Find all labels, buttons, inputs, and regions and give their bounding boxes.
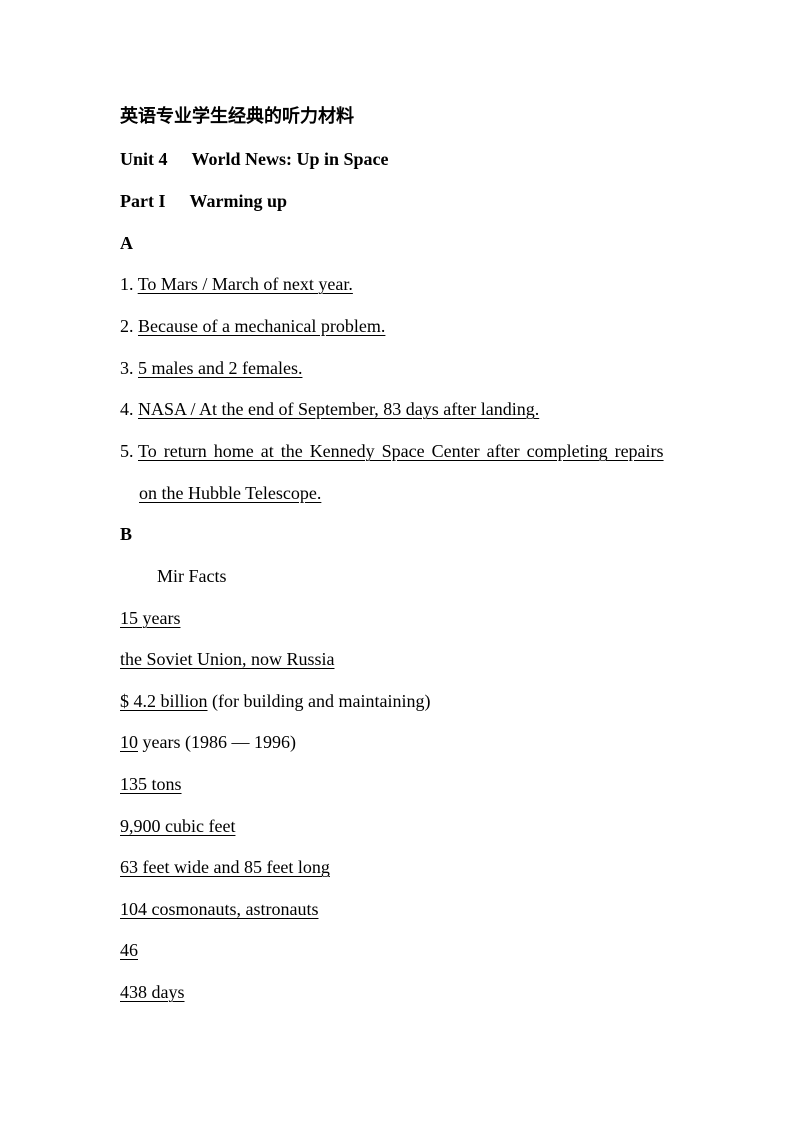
- fact-item: $ 4.2 billion (for building and maintain…: [120, 690, 430, 712]
- item-answer: 5 males and 2 females.: [138, 358, 303, 378]
- part-heading: Part I Warming up: [120, 190, 287, 212]
- unit-title: World News: Up in Space: [191, 149, 389, 169]
- fact-answer: 9,900 cubic feet: [120, 816, 236, 836]
- item-number: 3.: [120, 358, 134, 378]
- answer-item: 1. To Mars / March of next year.: [120, 273, 353, 295]
- fact-item: 135 tons: [120, 773, 182, 795]
- mir-facts-heading: Mir Facts: [157, 566, 227, 586]
- answer-item: 5. To return home at the Kennedy Space C…: [120, 440, 664, 462]
- part-label: Part I: [120, 191, 166, 211]
- fact-answer: 104 cosmonauts, astronauts: [120, 899, 319, 919]
- unit-label: Unit 4: [120, 149, 168, 169]
- item-number: 1.: [120, 274, 134, 294]
- fact-item: 104 cosmonauts, astronauts: [120, 898, 318, 920]
- item-answer: To Mars / March of next year.: [137, 274, 353, 294]
- item-answer: Because of a mechanical problem.: [138, 316, 386, 336]
- fact-answer: 63 feet wide and 85 feet long: [120, 857, 330, 877]
- item-answer: To return home at the Kennedy Space Cent…: [138, 441, 664, 461]
- section-a-label: A: [120, 233, 133, 253]
- answer-item: 3. 5 males and 2 females.: [120, 357, 302, 379]
- answer-item-continuation: on the Hubble Telescope.: [139, 482, 321, 504]
- fact-item: 438 days: [120, 981, 185, 1003]
- fact-item: the Soviet Union, now Russia: [120, 648, 335, 670]
- answer-item: 2. Because of a mechanical problem.: [120, 315, 385, 337]
- fact-item: 46: [120, 939, 138, 961]
- fact-note: years (1986 — 1996): [138, 732, 296, 752]
- item-number: 2.: [120, 316, 134, 336]
- part-title: Warming up: [189, 191, 288, 211]
- fact-answer: the Soviet Union, now Russia: [120, 649, 335, 669]
- item-number: 5.: [120, 441, 134, 461]
- fact-answer: 10: [120, 732, 138, 752]
- fact-answer: 15 years: [120, 608, 181, 628]
- section-b-label: B: [120, 524, 133, 544]
- item-answer: NASA / At the end of September, 83 days …: [138, 399, 540, 419]
- fact-answer: 135 tons: [120, 774, 182, 794]
- fact-answer: 46: [120, 940, 138, 960]
- answer-item: 4. NASA / At the end of September, 83 da…: [120, 398, 539, 420]
- fact-answer: 438 days: [120, 982, 185, 1002]
- unit-heading: Unit 4 World News: Up in Space: [120, 148, 389, 170]
- fact-item: 63 feet wide and 85 feet long: [120, 856, 330, 878]
- fact-item: 9,900 cubic feet: [120, 815, 235, 837]
- fact-item: 10 years (1986 — 1996): [120, 731, 296, 753]
- fact-note: (for building and maintaining): [207, 691, 431, 711]
- item-answer: on the Hubble Telescope.: [139, 483, 322, 503]
- document-title: 英语专业学生经典的听力材料: [120, 106, 354, 127]
- fact-item: 15 years: [120, 607, 180, 629]
- fact-answer: $ 4.2 billion: [120, 691, 208, 711]
- item-number: 4.: [120, 399, 134, 419]
